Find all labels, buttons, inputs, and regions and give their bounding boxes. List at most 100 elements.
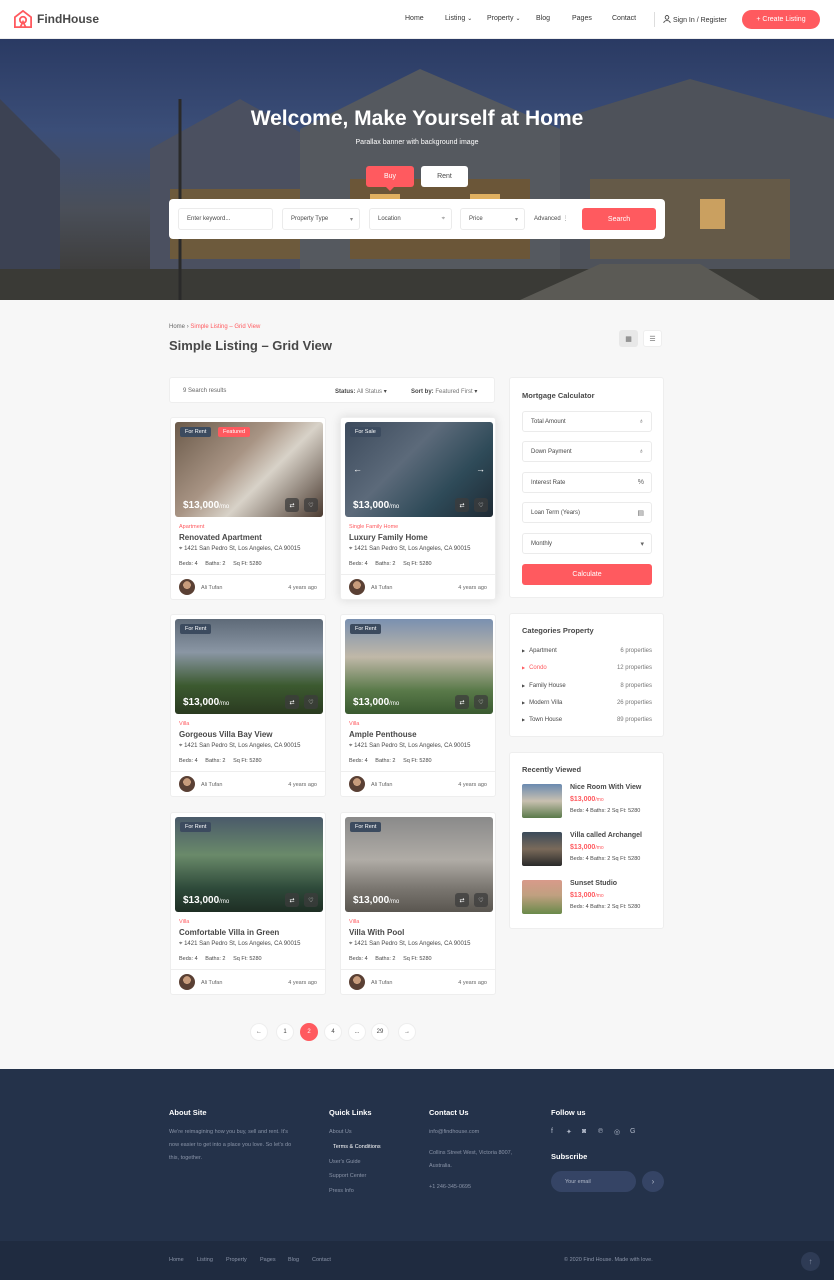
category-item[interactable]: ▶ Town House 89 properties xyxy=(522,717,652,723)
heart-icon[interactable]: ♡ xyxy=(474,893,488,907)
heart-icon[interactable]: ♡ xyxy=(304,893,318,907)
footer-email[interactable]: info@findhouse.com xyxy=(429,1129,479,1135)
category-item[interactable]: ▶ Condo 12 properties xyxy=(522,665,652,671)
nav-home[interactable]: Home xyxy=(405,15,424,22)
heart-icon[interactable]: ♡ xyxy=(304,695,318,709)
listing-card[interactable]: For Rent $13,000/mo ⇄ ♡ Villa Comfortabl… xyxy=(170,812,326,995)
facebook-icon[interactable]: f xyxy=(551,1128,553,1135)
nav-blog[interactable]: Blog xyxy=(536,15,550,22)
compare-icon[interactable]: ⇄ xyxy=(455,498,469,512)
listing-title[interactable]: Comfortable Villa in Green xyxy=(179,928,279,937)
status-filter[interactable]: Status: All Status ▾ xyxy=(335,388,387,395)
listing-title[interactable]: Luxury Family Home xyxy=(349,533,428,542)
listing-image[interactable]: For Rent $13,000/mo ⇄ ♡ xyxy=(345,817,493,912)
recent-item-image[interactable] xyxy=(522,880,562,914)
down-payment-input[interactable]: Down Payment ♁ xyxy=(522,441,652,462)
recent-item-title[interactable]: Sunset Studio xyxy=(570,880,617,887)
calculate-button[interactable]: Calculate xyxy=(522,564,652,585)
keyword-input[interactable]: Enter keyword... xyxy=(178,208,273,230)
footer-bottom-link[interactable]: Pages xyxy=(260,1257,276,1263)
create-listing-button[interactable]: + Create Listing xyxy=(742,10,820,29)
prev-arrow-icon[interactable]: ← xyxy=(353,464,362,474)
next-arrow-icon[interactable]: → xyxy=(476,464,485,474)
footer-quick-link[interactable]: Press Info xyxy=(329,1188,354,1194)
heart-icon[interactable]: ♡ xyxy=(304,498,318,512)
compare-icon[interactable]: ⇄ xyxy=(285,498,299,512)
agent-name[interactable]: Ali Tufan xyxy=(371,585,392,591)
compare-icon[interactable]: ⇄ xyxy=(455,695,469,709)
pinterest-icon[interactable]: ℗ xyxy=(598,1128,603,1135)
footer-bottom-link[interactable]: Contact xyxy=(312,1257,331,1263)
pagination-item[interactable]: ... xyxy=(348,1023,366,1041)
agent-name[interactable]: Ali Tufan xyxy=(201,782,222,788)
compare-icon[interactable]: ⇄ xyxy=(285,695,299,709)
twitter-icon[interactable]: ✦ xyxy=(566,1128,572,1136)
location-input[interactable]: Location ⌖ xyxy=(369,208,452,230)
tab-buy[interactable]: Buy xyxy=(366,166,414,191)
listing-card[interactable]: For Rent $13,000/mo ⇄ ♡ Villa Villa With… xyxy=(340,812,496,995)
google-icon[interactable]: G xyxy=(630,1128,635,1135)
advanced-toggle[interactable]: Advanced ⋮ xyxy=(534,215,568,222)
subscribe-button[interactable]: › xyxy=(642,1171,664,1192)
heart-icon[interactable]: ♡ xyxy=(474,498,488,512)
footer-phone[interactable]: +1 246-345-0695 xyxy=(429,1184,471,1190)
listing-image[interactable]: For Sale ← → $13,000/mo ⇄ ♡ xyxy=(345,422,493,517)
category-item[interactable]: ▶ Apartment 6 properties xyxy=(522,648,652,654)
scroll-to-top-button[interactable]: ↑ xyxy=(801,1252,820,1271)
footer-bottom-link[interactable]: Property xyxy=(226,1257,247,1263)
avatar[interactable] xyxy=(179,579,195,595)
pagination-item[interactable]: → xyxy=(398,1023,416,1041)
avatar[interactable] xyxy=(179,776,195,792)
recent-item-image[interactable] xyxy=(522,832,562,866)
nav-listing[interactable]: Listing ⌄ xyxy=(445,15,472,22)
listing-image[interactable]: For Rent $13,000/mo ⇄ ♡ xyxy=(345,619,493,714)
recent-item-title[interactable]: Villa called Archangel xyxy=(570,832,642,839)
recent-item-image[interactable] xyxy=(522,784,562,818)
tab-rent[interactable]: Rent xyxy=(421,166,468,187)
pagination-item[interactable]: 29 xyxy=(371,1023,389,1041)
signin-link[interactable]: Sign In / Register xyxy=(663,15,727,24)
listing-image[interactable]: For Rent Featured $13,000/mo ⇄ ♡ xyxy=(175,422,323,517)
listing-title[interactable]: Villa With Pool xyxy=(349,928,404,937)
listing-title[interactable]: Ample Penthouse xyxy=(349,730,417,739)
avatar[interactable] xyxy=(349,579,365,595)
agent-name[interactable]: Ali Tufan xyxy=(201,585,222,591)
pagination-item[interactable]: 1 xyxy=(276,1023,294,1041)
listing-image[interactable]: For Rent $13,000/mo ⇄ ♡ xyxy=(175,817,323,912)
price-select[interactable]: Price ▾ xyxy=(460,208,525,230)
listing-title[interactable]: Gorgeous Villa Bay View xyxy=(179,730,273,739)
agent-name[interactable]: Ali Tufan xyxy=(371,782,392,788)
dribbble-icon[interactable]: ◎ xyxy=(614,1128,620,1136)
instagram-icon[interactable]: ◙ xyxy=(582,1128,586,1135)
frequency-select[interactable]: Monthly ▾ xyxy=(522,533,652,554)
pagination-item[interactable]: 4 xyxy=(324,1023,342,1041)
avatar[interactable] xyxy=(349,776,365,792)
list-view-button[interactable]: ☰ xyxy=(643,330,662,347)
logo[interactable]: FindHouse xyxy=(14,10,99,28)
heart-icon[interactable]: ♡ xyxy=(474,695,488,709)
avatar[interactable] xyxy=(349,974,365,990)
subscribe-email-input[interactable]: Your email xyxy=(551,1171,636,1192)
nav-property[interactable]: Property ⌄ xyxy=(487,15,521,22)
listing-card[interactable]: For Rent $13,000/mo ⇄ ♡ Villa Ample Pent… xyxy=(340,614,496,797)
sort-filter[interactable]: Sort by: Featured First ▾ xyxy=(411,388,477,395)
pagination-item[interactable]: ← xyxy=(250,1023,268,1041)
loan-term-input[interactable]: Loan Term (Years) ▤ xyxy=(522,502,652,523)
category-item[interactable]: ▶ Modern Villa 26 properties xyxy=(522,700,652,706)
listing-title[interactable]: Renovated Apartment xyxy=(179,533,262,542)
recent-item-title[interactable]: Nice Room With View xyxy=(570,784,641,791)
nav-pages[interactable]: Pages xyxy=(572,15,592,22)
footer-bottom-link[interactable]: Blog xyxy=(288,1257,299,1263)
footer-quick-link[interactable]: User's Guide xyxy=(329,1159,361,1165)
listing-image[interactable]: For Rent $13,000/mo ⇄ ♡ xyxy=(175,619,323,714)
avatar[interactable] xyxy=(179,974,195,990)
property-type-select[interactable]: Property Type ▾ xyxy=(282,208,360,230)
breadcrumb-home[interactable]: Home xyxy=(169,324,185,330)
footer-bottom-link[interactable]: Home xyxy=(169,1257,184,1263)
interest-rate-input[interactable]: Interest Rate% xyxy=(522,472,652,493)
compare-icon[interactable]: ⇄ xyxy=(285,893,299,907)
agent-name[interactable]: Ali Tufan xyxy=(201,980,222,986)
total-amount-input[interactable]: Total Amount ♁ xyxy=(522,411,652,432)
compare-icon[interactable]: ⇄ xyxy=(455,893,469,907)
footer-quick-link[interactable]: About Us xyxy=(329,1129,352,1135)
